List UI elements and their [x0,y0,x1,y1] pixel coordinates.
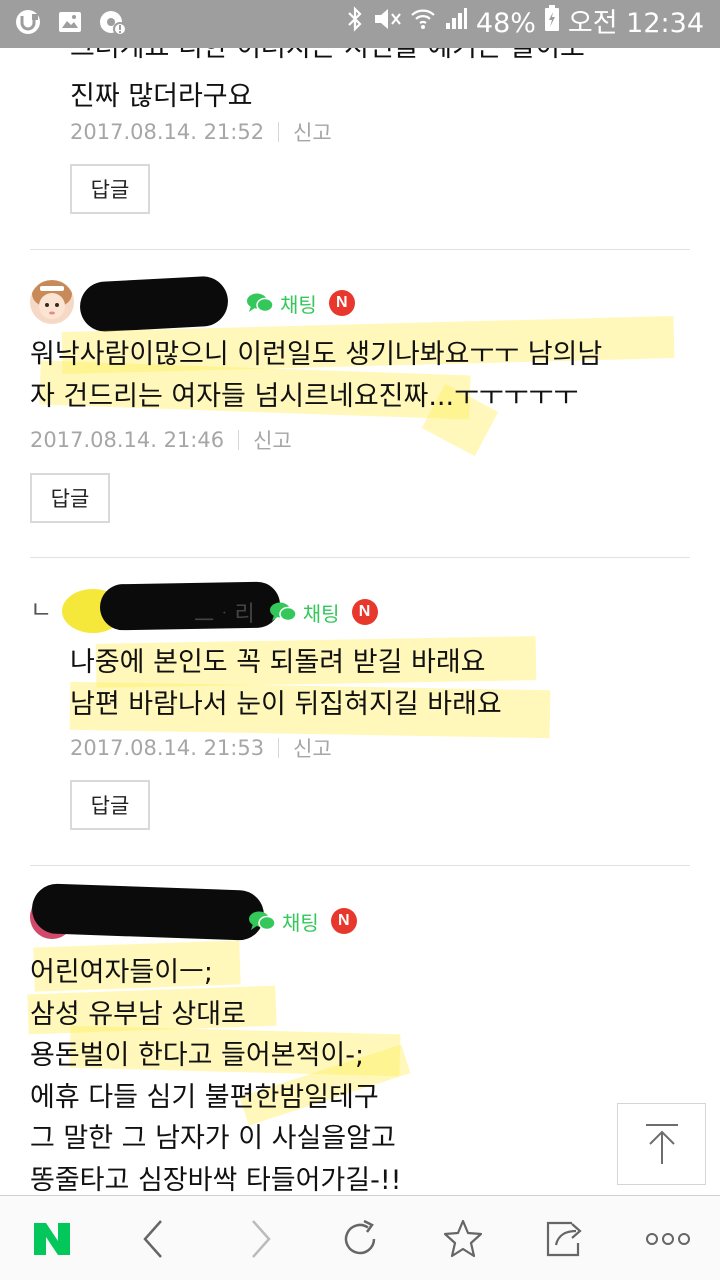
reply-marker: ㄴ [30,596,53,624]
comment-meta: 2017.08.14. 21:53 신고 [70,733,332,763]
arrow-up-icon [645,1124,678,1164]
new-badge: N [351,599,378,625]
status-bar-notifications [14,8,126,36]
comment-text-line: 똥줄타고 심장바싹 타들어가길-!! [30,1164,402,1195]
chat-button[interactable]: 채팅 [269,598,340,627]
author-nickname-end: ᅟᅳᆞ리 [194,602,255,627]
comment-text-line: 어린여자들이ㅡ; [30,957,213,988]
status-bar-system: 48% 오전 12:34 [346,0,704,48]
comment-text-line: 용돈벌이 한다고 들어본적이-; [30,1040,365,1072]
refresh-button[interactable] [320,1196,400,1280]
chat-label: 채팅 [302,601,340,626]
comment-date: 2017.08.14. 21:46 [30,428,225,452]
meta-divider [238,430,240,450]
signal-icon [444,0,468,48]
chat-bubble-icon [248,910,276,932]
chat-bubble-icon [246,292,274,314]
refresh-icon [344,1219,376,1254]
avatar[interactable] [30,280,74,324]
comment-text-line: 삼성 유부남 상대로 [30,998,246,1030]
comment-date: 2017.08.14. 21:52 [70,120,265,144]
comment-text: 어린여자들이ㅡ; 삼성 유부남 상대로 용돈벌이 한다고 들어본적이-; 에휴 … [30,952,401,1195]
share-button[interactable] [525,1196,605,1280]
comment-divider [30,557,690,558]
comment-divider [30,865,690,866]
redaction-scribble [31,882,265,942]
chat-bubble-icon [269,601,297,623]
forward-icon [252,1219,271,1258]
wifi-icon [410,0,436,48]
comment-text-line: 남편 바람나서 눈이 뒤집혀지길 바래요 [70,689,502,720]
status-bar: 48% 오전 12:34 [0,0,720,48]
comment-meta: 2017.08.14. 21:46 신고 [30,425,292,455]
new-badge: N [330,908,357,934]
naver-home-button[interactable] [12,1196,92,1280]
comment-text-line: 워낙사람이많으니 이런일도 생기나봐요ㅜㅜ 남의남 [30,339,603,370]
naver-home-icon [34,1222,70,1255]
report-link[interactable]: 신고 [293,117,332,147]
new-badge: N [328,290,355,316]
comment-text: 나중에 본인도 꼭 되돌려 받길 바래요 남편 바람나서 눈이 뒤집혀지길 바래… [70,644,502,723]
back-icon [143,1219,162,1258]
comment-list: 그러게요 티한 이러지는 시민을 예기는 들이도 진짜 많더라구요 2017.0… [0,0,720,1195]
comment-divider [30,249,690,250]
comment-text-line: 나중에 본인도 꼭 되돌려 받길 바래요 [70,647,486,678]
forward-button[interactable] [220,1196,300,1280]
share-icon [546,1221,582,1256]
report-link[interactable]: 신고 [293,733,332,763]
chat-label: 채팅 [282,910,319,935]
image-icon [56,8,84,36]
comment-author-row: ᅟᅳᆞ리 채팅 N [194,595,378,629]
battery-level: 48% [475,8,536,39]
comment-text: 워낙사람이많으니 이런일도 생기나봐요ㅜㅜ 남의남 자 건드리는 여자들 넘시르… [30,336,602,415]
scroll-to-top-button[interactable] [617,1103,706,1185]
comment-text-line: 그 말한 그 남자가 이 사실을알고 [30,1123,396,1155]
back-button[interactable] [114,1196,194,1280]
more-button[interactable] [628,1196,708,1280]
clock: 오전 12:34 [567,8,704,39]
comment-text-line: 진짜 많더라구요 [70,81,253,112]
comment-author-row: 채팅 N [248,904,357,938]
reply-button[interactable]: 답글 [30,473,110,523]
comment-text-line: 자 건드리는 여자들 넘시르네요진짜...ㅜㅜㅜㅜㅜ [30,381,579,412]
reply-button[interactable]: 답글 [70,780,150,830]
comment-meta: 2017.08.14. 21:52 신고 [70,117,332,147]
battery-charging-icon [544,0,560,48]
reply-button[interactable]: 답글 [70,164,150,214]
bookmark-button[interactable] [423,1196,503,1280]
report-link[interactable]: 신고 [253,425,292,455]
meta-divider [278,122,280,142]
comment-date: 2017.08.14. 21:53 [70,736,265,760]
chat-button[interactable]: 채팅 [248,907,319,936]
comment-text-line: 에휴 다들 심기 불편한밤일테구 [30,1081,379,1113]
chat-label: 채팅 [280,292,317,317]
bluetooth-icon [346,0,364,48]
mute-icon [372,0,402,48]
bookmark-star-icon [443,1219,483,1257]
chat-button[interactable]: 채팅 [246,289,317,318]
browser-toolbar [0,1195,720,1280]
redaction-scribble [78,275,230,333]
notification-icon [98,8,126,36]
meta-divider [278,738,280,758]
more-icon [646,1232,690,1245]
u-plus-icon [14,8,42,36]
